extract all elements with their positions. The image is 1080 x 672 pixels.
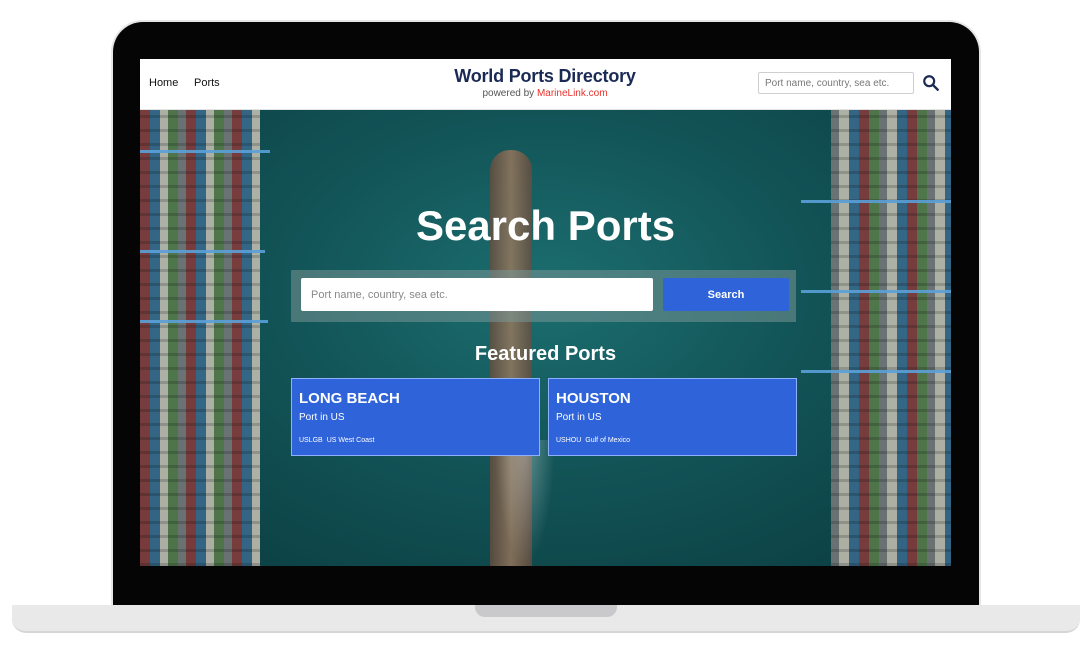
port-name: HOUSTON	[556, 390, 631, 407]
hero-title: Search Ports	[415, 202, 676, 249]
port-region: US West Coast	[326, 437, 375, 444]
ship-wake-image	[495, 440, 555, 566]
hero-search-panel: Search	[291, 270, 796, 322]
port-name: LONG BEACH	[299, 390, 400, 407]
brand-powered-text: powered by	[482, 88, 535, 99]
brand[interactable]: World Ports Directory powered by MarineL…	[400, 66, 690, 99]
port-subtitle: Port in US	[556, 412, 602, 423]
featured-port-card-long-beach[interactable]: LONG BEACH Port in US USLGB US West Coast	[291, 378, 540, 456]
brand-title: World Ports Directory	[454, 66, 636, 86]
hero-search-input[interactable]	[301, 278, 653, 311]
port-meta: USHOU Gulf of Mexico	[556, 437, 789, 444]
port-meta: USLGB US West Coast	[299, 437, 532, 444]
brand-accent-link[interactable]: MarineLink.com	[537, 88, 608, 99]
hero-section: Search Ports Search Featured Ports LONG …	[140, 110, 951, 566]
crane-graphic	[140, 320, 268, 323]
nav-link-home[interactable]: Home	[149, 77, 178, 89]
port-dock-right-image	[831, 110, 951, 566]
crane-graphic	[801, 370, 951, 373]
search-icon[interactable]	[922, 74, 940, 92]
nav-search-input[interactable]	[758, 72, 914, 94]
browser-screen: Home Ports World Ports Directory powered…	[140, 59, 951, 566]
hero-search-button[interactable]: Search	[663, 278, 789, 311]
port-code: USHOU	[556, 437, 582, 444]
navbar: Home Ports World Ports Directory powered…	[140, 59, 951, 110]
crane-graphic	[140, 250, 265, 253]
port-code: USLGB	[299, 437, 323, 444]
nav-link-ports[interactable]: Ports	[194, 77, 220, 89]
port-subtitle: Port in US	[299, 412, 345, 423]
port-dock-left-image	[140, 110, 260, 566]
laptop-notch	[475, 605, 617, 617]
featured-ports-heading: Featured Ports	[474, 343, 617, 365]
brand-subtitle: powered by MarineLink.com	[400, 88, 690, 99]
crane-graphic	[801, 290, 951, 293]
port-region: Gulf of Mexico	[585, 437, 631, 444]
featured-port-card-houston[interactable]: HOUSTON Port in US USHOU Gulf of Mexico	[548, 378, 797, 456]
crane-graphic	[140, 150, 270, 153]
